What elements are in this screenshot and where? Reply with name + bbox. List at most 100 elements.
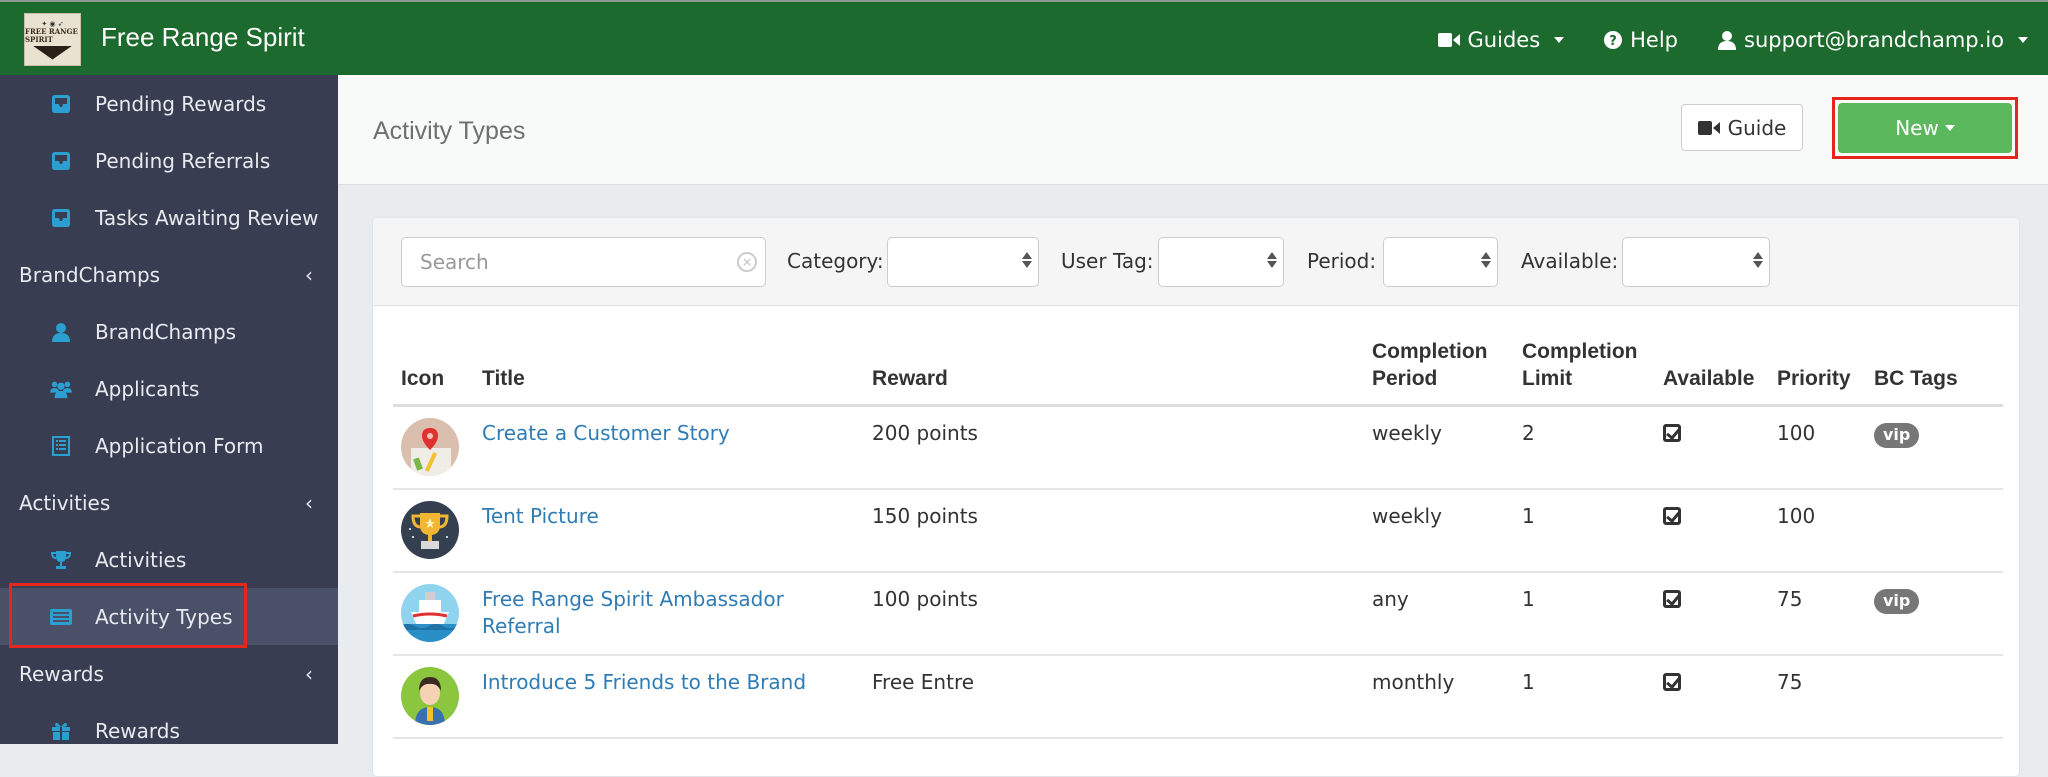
sidebar-item-applicants[interactable]: Applicants bbox=[0, 360, 338, 417]
available-select[interactable] bbox=[1622, 237, 1770, 287]
sidebar-item-rewards[interactable]: Rewards bbox=[0, 702, 338, 759]
sidebar: Pending Rewards Pending Referrals Tasks … bbox=[0, 75, 338, 744]
sidebar-item-label: BrandChamps bbox=[95, 319, 237, 344]
cell-reward: 100 points bbox=[864, 571, 1364, 656]
sidebar-item-label: Rewards bbox=[95, 718, 180, 743]
col-header-icon[interactable]: Icon bbox=[393, 338, 474, 407]
user-tag-label: User Tag: bbox=[1061, 249, 1154, 273]
sidebar-section-label: Rewards bbox=[19, 661, 104, 686]
cell-title: Introduce 5 Friends to the Brand bbox=[474, 654, 864, 739]
header-line: Limit bbox=[1522, 367, 1573, 390]
map-pin-avatar-icon bbox=[401, 418, 459, 476]
sidebar-item-brandchamps[interactable]: BrandChamps bbox=[0, 303, 338, 360]
activity-title-link[interactable]: Introduce 5 Friends to the Brand bbox=[482, 670, 806, 694]
cell-period: weekly bbox=[1364, 405, 1514, 490]
chevron-left-icon: ‹ bbox=[305, 661, 313, 686]
cell-available bbox=[1655, 405, 1769, 490]
checked-checkbox-icon bbox=[1663, 506, 1681, 525]
search-input[interactable] bbox=[420, 250, 720, 274]
guides-dropdown[interactable]: Guides bbox=[1437, 28, 1565, 52]
person-avatar-icon bbox=[401, 666, 459, 725]
users-icon bbox=[50, 378, 72, 400]
question-circle-icon: ? bbox=[1604, 30, 1623, 49]
brand-name[interactable]: Free Range Spirit bbox=[101, 22, 305, 53]
sidebar-item-application-form[interactable]: Application Form bbox=[0, 417, 338, 474]
activity-title-link[interactable]: Free Range Spirit Ambassador Referral bbox=[482, 587, 784, 638]
cell-title: Tent Picture bbox=[474, 488, 864, 573]
col-header-available[interactable]: Available bbox=[1655, 338, 1769, 407]
col-header-priority[interactable]: Priority bbox=[1769, 338, 1866, 407]
sidebar-section-label: BrandChamps bbox=[19, 262, 161, 287]
table-row[interactable]: Create a Customer Story 200 points weekl… bbox=[393, 405, 2003, 490]
sidebar-section-activities[interactable]: Activities ‹ bbox=[0, 474, 338, 531]
sidebar-item-activity-types[interactable]: Activity Types bbox=[0, 588, 338, 645]
help-link[interactable]: ? Help bbox=[1604, 28, 1678, 52]
new-button[interactable]: New bbox=[1838, 103, 2012, 153]
brand-logo[interactable]: ✦ ◉ ➶ FREE RANGE SPIRIT bbox=[24, 13, 81, 66]
cell-available bbox=[1655, 654, 1769, 739]
user-tag-select[interactable] bbox=[1158, 237, 1284, 287]
keyboard-icon bbox=[50, 606, 72, 628]
cell-priority: 100 bbox=[1769, 405, 1866, 490]
select-arrows-icon bbox=[1753, 252, 1763, 268]
table-row[interactable]: Free Range Spirit Ambassador Referral 10… bbox=[393, 571, 2003, 656]
cell-bc-tags: vip bbox=[1866, 571, 2003, 656]
category-select[interactable] bbox=[887, 237, 1039, 287]
table-row[interactable]: Tent Picture 150 points weekly 1 100 bbox=[393, 488, 2003, 573]
sidebar-item-label: Pending Referrals bbox=[95, 148, 271, 173]
clear-search-icon[interactable]: × bbox=[737, 252, 757, 272]
col-header-reward[interactable]: Reward bbox=[864, 338, 1364, 407]
user-menu[interactable]: support@brandchamp.io bbox=[1718, 28, 2028, 52]
cell-reward: Free Entre bbox=[864, 654, 1364, 739]
trophy-avatar-icon bbox=[401, 500, 459, 559]
checked-checkbox-icon bbox=[1663, 424, 1681, 442]
cell-available bbox=[1655, 571, 1769, 656]
cell-title: Create a Customer Story bbox=[474, 405, 864, 490]
guide-button[interactable]: Guide bbox=[1681, 104, 1803, 151]
sidebar-item-pending-referrals[interactable]: Pending Referrals bbox=[0, 132, 338, 189]
table-row[interactable]: Introduce 5 Friends to the Brand Free En… bbox=[393, 654, 2003, 739]
activity-title-link[interactable]: Create a Customer Story bbox=[482, 421, 730, 445]
sidebar-section-brandchamps[interactable]: BrandChamps ‹ bbox=[0, 246, 338, 303]
sidebar-section-rewards[interactable]: Rewards ‹ bbox=[0, 645, 338, 702]
sidebar-item-pending-rewards[interactable]: Pending Rewards bbox=[0, 75, 338, 132]
activity-types-panel: × Category: User Tag: Period: Available: bbox=[372, 217, 2020, 777]
svg-text:?: ? bbox=[1609, 34, 1617, 49]
user-email: support@brandchamp.io bbox=[1744, 27, 2004, 52]
sidebar-section-label: Activities bbox=[19, 490, 111, 515]
list-alt-icon bbox=[50, 435, 72, 457]
sidebar-item-label: Pending Rewards bbox=[95, 91, 267, 116]
page-header: Activity Types Guide New bbox=[338, 75, 2048, 185]
col-header-bc-tags[interactable]: BC Tags bbox=[1866, 338, 2003, 407]
inbox-icon bbox=[50, 207, 72, 229]
sidebar-item-activities[interactable]: Activities bbox=[0, 531, 338, 588]
new-button-label: New bbox=[1895, 116, 1939, 140]
tag-badge: vip bbox=[1874, 588, 1920, 614]
col-header-title[interactable]: Title bbox=[474, 338, 864, 407]
cell-limit: 1 bbox=[1514, 571, 1655, 656]
available-label: Available: bbox=[1521, 249, 1619, 273]
caret-down-icon bbox=[1554, 36, 1565, 43]
checked-checkbox-icon bbox=[1663, 589, 1681, 608]
logo-text: FREE RANGE SPIRIT bbox=[25, 26, 78, 44]
period-select[interactable] bbox=[1383, 237, 1498, 287]
caret-down-icon bbox=[1944, 125, 1955, 131]
cell-available bbox=[1655, 488, 1769, 573]
search-field[interactable]: × bbox=[401, 237, 766, 287]
sidebar-item-tasks-awaiting-review[interactable]: Tasks Awaiting Review bbox=[0, 189, 338, 246]
top-navbar: ✦ ◉ ➶ FREE RANGE SPIRIT Free Range Spiri… bbox=[0, 0, 2048, 75]
cell-limit: 1 bbox=[1514, 654, 1655, 739]
filter-bar: × Category: User Tag: Period: Available: bbox=[373, 218, 2019, 306]
caret-down-icon bbox=[2018, 36, 2028, 43]
activity-title-link[interactable]: Tent Picture bbox=[482, 504, 599, 528]
cell-period: weekly bbox=[1364, 488, 1514, 573]
sidebar-item-label: Activities bbox=[95, 547, 187, 572]
header-line: Period bbox=[1372, 367, 1438, 390]
cell-title: Free Range Spirit Ambassador Referral bbox=[474, 571, 864, 656]
trophy-icon bbox=[50, 549, 72, 571]
col-header-completion-period[interactable]: Completion Period bbox=[1364, 338, 1514, 407]
main-content: Activity Types Guide New × Category: Use… bbox=[338, 75, 2048, 777]
category-label: Category: bbox=[787, 249, 884, 273]
video-camera-icon bbox=[1697, 120, 1720, 135]
col-header-completion-limit[interactable]: Completion Limit bbox=[1514, 338, 1655, 407]
